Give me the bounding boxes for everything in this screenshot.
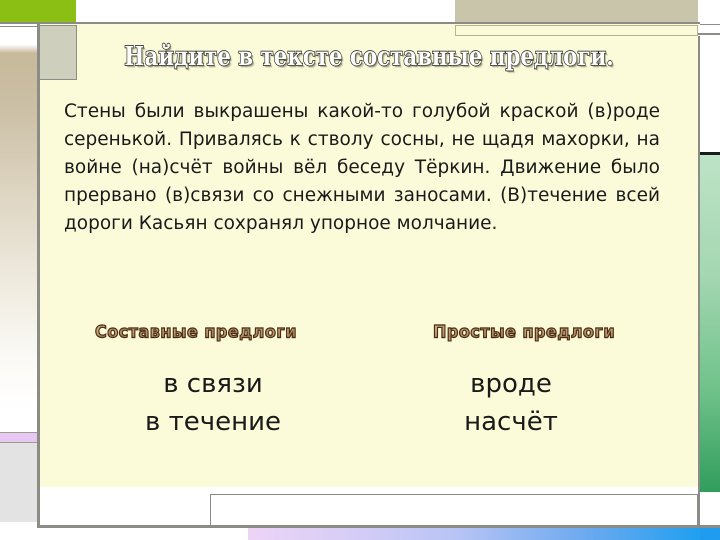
exercise-body-text: Стены были выкрашены какой-то голубой кр…: [64, 101, 660, 234]
answer-item: в связи: [163, 369, 263, 399]
bottom-outlined-box: [210, 494, 698, 527]
top-right-khaki-block: [455, 0, 698, 24]
upper-left-khaki-square: [39, 25, 77, 80]
answers-container: в связи в течение вроде насчёт: [64, 365, 660, 441]
heading-simple-prepositions: Простые предлоги: [432, 321, 616, 342]
bottom-left-white-block: [0, 522, 37, 540]
bottom-white-gap: [210, 528, 248, 540]
left-lilac-bar: [0, 432, 37, 443]
right-rail-white-middle: [700, 36, 720, 152]
bottom-gradient-cap: [700, 528, 720, 540]
left-grey-footer: [0, 443, 37, 522]
top-left-green-block: [0, 0, 76, 22]
right-rail-white-top: [700, 0, 720, 25]
right-green-gradient-strip: [700, 152, 720, 495]
left-vertical-divider: [37, 22, 40, 527]
right-vertical-rule: [698, 36, 700, 527]
bottom-gradient-strip: [248, 528, 720, 540]
answer-item: в течение: [145, 407, 281, 437]
compound-prepositions-column: в связи в течение: [64, 365, 362, 441]
left-gradient-strip: [0, 26, 37, 465]
simple-prepositions-column: вроде насчёт: [362, 365, 660, 441]
page-title: Найдите в тексте составные предлоги.: [124, 41, 615, 72]
right-rail-white-bottom: [700, 492, 720, 527]
answer-item: насчёт: [464, 407, 558, 437]
slide-canvas: ⇦∕▯⇨ Найдите в тексте составные предлоги…: [0, 0, 720, 540]
heading-compound-prepositions: Составные предлоги: [94, 321, 297, 342]
top-right-rule: [698, 33, 720, 35]
answer-item: вроде: [470, 369, 552, 399]
top-right-outlined-box: [455, 25, 698, 36]
